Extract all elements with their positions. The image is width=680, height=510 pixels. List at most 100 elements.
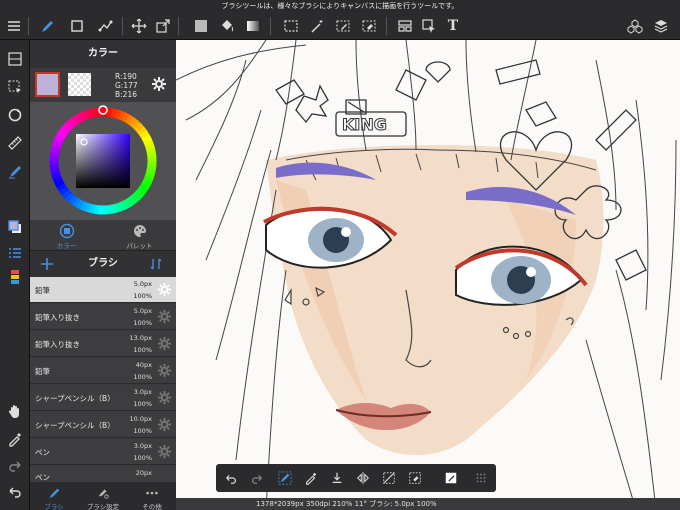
palette-stack-icon[interactable] xyxy=(4,266,26,288)
sub-color-swatch[interactable] xyxy=(68,73,91,96)
redo-icon[interactable] xyxy=(248,469,266,487)
brush-icon[interactable] xyxy=(36,15,58,37)
brush-settings-gear-icon[interactable] xyxy=(157,336,172,351)
connect-icon[interactable] xyxy=(94,15,116,37)
tab-more[interactable]: その他 xyxy=(128,483,176,510)
deselect-icon[interactable] xyxy=(380,469,398,487)
brush-row[interactable]: 鉛筆入り抜き 5.0px 100% xyxy=(30,304,176,330)
text-tool-label: T xyxy=(447,18,459,34)
brush-row[interactable]: シャープペンシル（B） 3.0px 100% xyxy=(30,385,176,411)
brush-size: 10.0px xyxy=(129,415,152,423)
gradient-icon[interactable] xyxy=(242,15,264,37)
brush-name: 鉛筆入り抜き xyxy=(35,313,80,322)
toolbar-divider xyxy=(386,17,387,35)
eraser-select-icon[interactable] xyxy=(406,469,424,487)
brush-name: シャープペンシル（B） xyxy=(35,421,115,430)
layers-icon[interactable] xyxy=(650,15,672,37)
brush-settings-gear-icon[interactable] xyxy=(157,363,172,378)
move-icon[interactable] xyxy=(128,15,150,37)
brush-size: 40px xyxy=(135,361,152,369)
brush-row[interactable]: 鉛筆 5.0px 100% xyxy=(30,277,176,303)
pen-select-icon[interactable] xyxy=(276,469,294,487)
tab-palette[interactable]: パレット xyxy=(103,220,176,250)
layout-icon[interactable] xyxy=(394,15,416,37)
brush-size: 3.0px xyxy=(133,442,152,450)
flip-icon[interactable] xyxy=(354,469,372,487)
more-icon xyxy=(146,491,158,495)
undo-icon[interactable] xyxy=(4,480,26,502)
color-panel-title: カラー xyxy=(30,40,176,68)
selection-pen-icon[interactable] xyxy=(332,15,354,37)
brush-settings-gear-icon[interactable] xyxy=(157,282,172,297)
add-brush-icon[interactable] xyxy=(38,255,56,273)
grid-icon[interactable] xyxy=(472,469,490,487)
hand-icon[interactable] xyxy=(4,400,26,422)
rectangle-icon[interactable] xyxy=(66,15,88,37)
select-icon[interactable] xyxy=(4,76,26,98)
toolbar-divider xyxy=(178,17,179,35)
hue-ring[interactable] xyxy=(44,105,162,217)
brush-settings-gear-icon[interactable] xyxy=(157,417,172,432)
color-swatch-icon[interactable] xyxy=(4,216,26,238)
snap-icon[interactable] xyxy=(328,469,346,487)
text-icon[interactable]: T xyxy=(442,15,464,37)
tooltip-text: ブラシツールは、様々なブラシによりキャンバスに描画を行うツールです。 xyxy=(221,2,459,10)
eyedropper-icon[interactable] xyxy=(4,428,26,450)
magic-wand-icon[interactable] xyxy=(306,15,328,37)
sort-icon[interactable] xyxy=(148,256,164,272)
brush-row[interactable]: 鉛筆入り抜き 13.0px 100% xyxy=(30,331,176,357)
brush-row[interactable]: ペン 3.0px 100% xyxy=(30,439,176,465)
brush-panel-tabs: ブラシ ブラシ設定 その他 xyxy=(30,483,176,510)
brush-size: 5.0px xyxy=(133,307,152,315)
bucket-icon[interactable] xyxy=(216,15,238,37)
brush-icon xyxy=(49,488,60,499)
main-color-swatch[interactable] xyxy=(35,72,60,97)
left-tool-strip xyxy=(0,40,30,510)
brush-settings-gear-icon[interactable] xyxy=(157,390,172,405)
selection-rect-icon[interactable] xyxy=(280,15,302,37)
materials-icon[interactable] xyxy=(624,15,646,37)
redo-icon[interactable] xyxy=(4,454,26,476)
brush-row[interactable]: ペン 20px xyxy=(30,466,176,483)
fill-color-icon[interactable] xyxy=(190,15,212,37)
undo-icon[interactable] xyxy=(222,469,240,487)
tab-color[interactable]: カラー xyxy=(30,220,103,250)
tab-brush[interactable]: ブラシ xyxy=(30,483,78,510)
color-r-value: R:190 xyxy=(115,72,137,81)
toolbar-divider xyxy=(122,17,123,35)
tooltip-bar: ブラシツールは、様々なブラシによりキャンバスに描画を行うツールです。 xyxy=(0,0,680,12)
drawing-canvas[interactable]: KING xyxy=(176,40,680,510)
selection-eraser-icon[interactable] xyxy=(358,15,380,37)
eyedropper-icon[interactable] xyxy=(302,469,320,487)
pen-active-icon[interactable] xyxy=(4,160,26,182)
tab-brush-settings[interactable]: ブラシ設定 xyxy=(79,483,127,510)
list-icon[interactable] xyxy=(4,242,26,264)
artwork: KING xyxy=(176,40,677,510)
select-layer-icon[interactable] xyxy=(418,15,440,37)
brush-size: 20px xyxy=(135,469,152,477)
brush-name: ペン xyxy=(35,473,50,482)
fill-layer-icon[interactable] xyxy=(442,469,460,487)
color-settings-gear-icon[interactable] xyxy=(151,76,167,92)
brush-opacity: 100% xyxy=(133,319,152,327)
brush-panel: ブラシ 鉛筆 5.0px 100% 鉛筆入り抜き 5.0px 100% 鉛筆入り… xyxy=(30,250,176,510)
brush-opacity: 100% xyxy=(133,346,152,354)
rotate-icon[interactable] xyxy=(4,104,26,126)
brush-settings-gear-icon[interactable] xyxy=(157,444,172,459)
color-picker-area xyxy=(30,102,176,220)
tab-color-label: カラー xyxy=(56,242,77,250)
tab-more-label: その他 xyxy=(142,503,162,510)
brush-opacity: 100% xyxy=(133,427,152,435)
brush-name: ペン xyxy=(35,448,50,457)
brush-row[interactable]: 鉛筆 40px 100% xyxy=(30,358,176,384)
menu-icon[interactable] xyxy=(3,15,25,37)
palette-icon xyxy=(133,225,146,237)
layers-hide-icon[interactable] xyxy=(4,48,26,70)
ruler-icon[interactable] xyxy=(4,132,26,154)
brush-row[interactable]: シャープペンシル（B） 10.0px 100% xyxy=(30,412,176,438)
brush-size: 5.0px xyxy=(133,280,152,288)
status-bar: 1378*2039px 350dpi 210% 11° ブラシ: 5.0px 1… xyxy=(176,498,680,510)
color-panel-tabs: カラー パレット xyxy=(30,220,176,250)
brush-settings-gear-icon[interactable] xyxy=(157,309,172,324)
transform-icon[interactable] xyxy=(152,15,174,37)
